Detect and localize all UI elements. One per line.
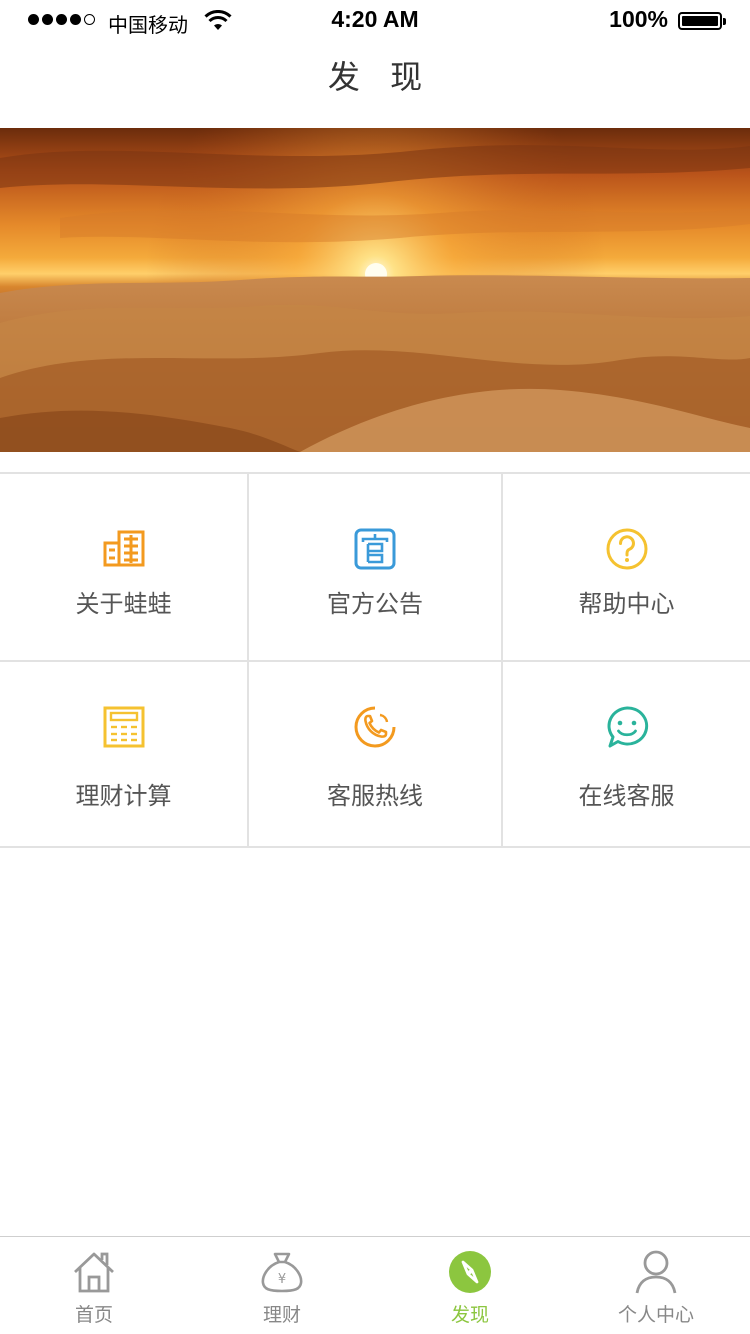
notice-icon (354, 528, 396, 570)
grid-item-label: 帮助中心 (578, 590, 675, 618)
grid-item-label: 理财计算 (75, 782, 172, 810)
grid-item-about[interactable]: 关于蛙蛙 (0, 474, 249, 662)
question-icon (606, 528, 647, 570)
money-bag-icon: ¥ (261, 1252, 303, 1293)
user-icon (635, 1250, 677, 1294)
grid-item-notice[interactable]: 官方公告 (249, 474, 503, 662)
grid-item-label: 官方公告 (327, 590, 423, 618)
tab-label: 理财 (262, 1304, 301, 1326)
phone-icon (354, 706, 396, 748)
chat-smile-icon (607, 706, 648, 748)
grid-item-label: 关于蛙蛙 (75, 590, 172, 618)
grid-item-label: 客服热线 (327, 782, 423, 810)
grid-item-calculator[interactable]: 理财计算 (0, 662, 249, 848)
battery-icon (678, 12, 726, 30)
svg-text:¥: ¥ (278, 1272, 286, 1287)
tab-home[interactable]: 首页 (0, 1237, 188, 1334)
grid-item-help[interactable]: 帮助中心 (503, 474, 750, 662)
calculator-icon (103, 706, 144, 748)
tab-label: 首页 (74, 1304, 113, 1326)
banner-image (0, 128, 750, 452)
home-icon (74, 1252, 114, 1293)
tab-finance[interactable]: ¥ 理财 (188, 1237, 376, 1334)
page-title: 发 现 (327, 58, 433, 96)
tab-discover[interactable]: 发现 (376, 1237, 564, 1334)
battery-percentage: 100% (609, 6, 668, 32)
tab-label: 发现 (450, 1304, 489, 1326)
desert-sunset-banner[interactable] (0, 128, 750, 452)
compass-icon (449, 1251, 491, 1293)
status-bar: 中国移动 4:20 AM 100% (0, 0, 750, 40)
tab-profile[interactable]: 个人中心 (562, 1237, 750, 1334)
feature-grid: 关于蛙蛙 官方公告 帮助中心 理财计算 客服热线 在线客服 (0, 472, 750, 848)
grid-item-label: 在线客服 (578, 782, 675, 810)
bottom-tab-bar: 首页 ¥ 理财 发现 个人中心 (0, 1236, 750, 1334)
grid-item-hotline[interactable]: 客服热线 (249, 662, 503, 848)
grid-item-online-service[interactable]: 在线客服 (503, 662, 750, 848)
building-icon (103, 530, 144, 567)
tab-label: 个人中心 (617, 1304, 694, 1326)
